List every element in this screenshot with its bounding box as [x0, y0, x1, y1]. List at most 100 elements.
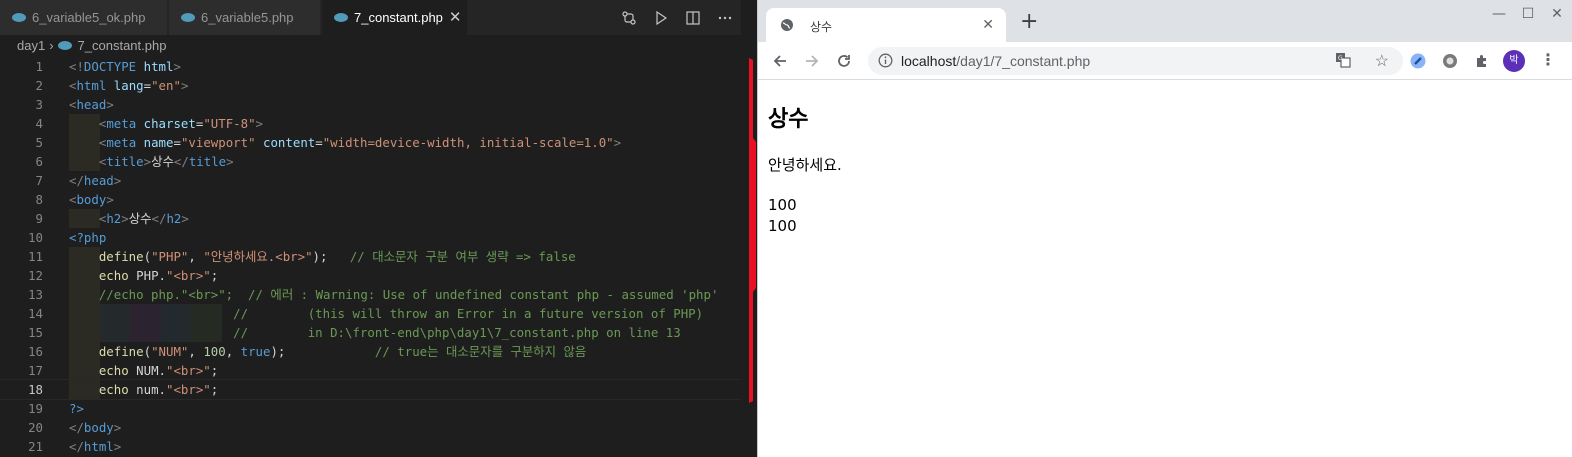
code-token: > — [143, 154, 152, 169]
code-line[interactable]: 1 <!DOCTYPE html> — [0, 57, 741, 76]
line-number: 3 — [35, 97, 43, 112]
close-icon[interactable]: ✕ — [449, 0, 462, 35]
code-line[interactable]: 4 <meta charset="UTF-8"> — [0, 114, 741, 133]
run-icon[interactable] — [645, 0, 677, 35]
code-line[interactable]: 15 // in D:\front-end\php\day1\7_constan… — [0, 323, 741, 342]
profile-avatar[interactable]: 박 — [1503, 50, 1525, 72]
browser-window: 상수 ✕ + — ☐ ✕ localhost/day1/7_constant.p… — [757, 0, 1572, 457]
compare-changes-icon[interactable] — [613, 0, 645, 35]
more-actions-icon[interactable] — [709, 0, 741, 35]
address-bar[interactable]: localhost/day1/7_constant.php G ☆ — [868, 47, 1403, 75]
browser-tab[interactable]: 상수 ✕ — [766, 8, 1006, 42]
code-token: = — [143, 78, 152, 93]
code-token: html — [143, 59, 174, 74]
code-text: <!DOCTYPE html> — [69, 57, 181, 76]
code-token: , — [188, 344, 204, 359]
code-line[interactable]: 2 <html lang="en"> — [0, 76, 741, 95]
code-line[interactable]: 16 define("NUM", 100, true); // true는 대소… — [0, 342, 741, 361]
code-token: // true는 대소문자를 구분하지 않음 — [374, 344, 587, 359]
new-tab-icon[interactable]: + — [1020, 11, 1038, 33]
forward-arrow-icon[interactable] — [800, 49, 824, 73]
extensions-puzzle-icon[interactable] — [1472, 51, 1492, 71]
tab-7-constant[interactable]: 7_constant.php ✕ — [322, 0, 468, 35]
code-token: , — [188, 249, 204, 264]
code-token: // 대소문자 구분 여부 생략 => false — [349, 249, 576, 264]
window-close-icon[interactable]: ✕ — [1544, 6, 1570, 26]
line-number: 7 — [35, 173, 43, 188]
info-icon[interactable] — [878, 53, 893, 71]
code-token: meta — [106, 116, 137, 131]
code-line[interactable]: 18 echo num."<br>"; — [0, 379, 741, 400]
code-line[interactable]: 11 define("PHP", "안녕하세요.<br>"); // 대소문자 … — [0, 247, 741, 266]
code-text: // in D:\front-end\php\day1\7_constant.p… — [69, 323, 681, 342]
close-icon[interactable]: ✕ — [982, 16, 994, 33]
code-token: "en" — [151, 78, 181, 93]
code-token: lang — [113, 78, 144, 93]
line-number: 11 — [28, 249, 43, 264]
code-token: "안녕하세요.<br>" — [203, 249, 313, 264]
kebab-menu-icon[interactable]: ⋮ — [1540, 50, 1556, 69]
code-line[interactable]: 3 <head> — [0, 95, 741, 114]
code-token: </ — [173, 154, 189, 169]
code-line[interactable]: 17 echo NUM."<br>"; — [0, 361, 741, 380]
code-line[interactable]: 20 </body> — [0, 418, 741, 437]
page-heading: 상수 — [768, 107, 809, 132]
code-line[interactable]: 8 <body> — [0, 190, 741, 209]
line-number: 19 — [28, 401, 43, 416]
breadcrumb-folder[interactable]: day1 — [17, 38, 45, 53]
code-line[interactable]: 6 <title>상수</title> — [0, 152, 741, 171]
breadcrumb-file[interactable]: 7_constant.php — [78, 38, 167, 53]
code-line[interactable]: 19 ?> — [0, 399, 741, 418]
page-content: 상수 안녕하세요. 100 100 — [758, 81, 1572, 457]
line-number: 10 — [28, 230, 43, 245]
line-number: 18 — [28, 382, 43, 397]
code-line[interactable]: 21 </html> — [0, 437, 741, 456]
code-line[interactable]: 12 echo PHP."<br>"; — [0, 266, 741, 285]
translate-icon[interactable]: G — [1335, 52, 1351, 71]
code-line[interactable]: 14 // (this will throw an Error in a fut… — [0, 304, 741, 323]
code-line[interactable]: 5 <meta name="viewport" content="width=d… — [0, 133, 741, 152]
code-line[interactable]: 13 //echo php."<br>"; // 에러 : Warning: U… — [0, 285, 741, 304]
svg-text:G: G — [1338, 55, 1343, 62]
code-line[interactable]: 7 </head> — [0, 171, 741, 190]
code-token: NUM. — [128, 363, 166, 378]
code-token: // in D:\front-end\php\day1\7_constant.p… — [233, 325, 681, 340]
code-token: "width=device-width, initial-scale=1.0" — [322, 135, 614, 150]
extension-blue-icon[interactable] — [1408, 51, 1428, 71]
line-number: 9 — [35, 211, 43, 226]
code-text: define("NUM", 100, true); // true는 대소문자를… — [69, 342, 586, 361]
reload-icon[interactable] — [832, 49, 856, 73]
line-number: 5 — [35, 135, 43, 150]
code-token: </ — [69, 439, 84, 454]
tab-6-variable5[interactable]: 6_variable5.php — [169, 0, 321, 35]
line-number: 20 — [28, 420, 43, 435]
code-token: ); — [312, 249, 350, 264]
tab-6-variable5-ok[interactable]: 6_variable5_ok.php — [0, 0, 168, 35]
code-text: </html> — [69, 437, 121, 456]
code-token: body — [76, 192, 107, 207]
code-line[interactable]: 9 <h2>상수</h2> — [0, 209, 741, 228]
code-area[interactable]: 1 <!DOCTYPE html> 2 <html lang="en"> 3 <head>… — [0, 57, 741, 456]
maximize-icon[interactable]: ☐ — [1513, 6, 1543, 26]
bookmark-star-icon[interactable]: ☆ — [1375, 51, 1389, 71]
code-token: echo — [98, 268, 129, 283]
split-editor-icon[interactable] — [677, 0, 709, 35]
code-token: h2 — [106, 211, 122, 226]
back-arrow-icon[interactable] — [768, 49, 792, 73]
minimize-icon[interactable]: — — [1484, 6, 1514, 26]
code-text: <meta name="viewport" content="width=dev… — [69, 133, 621, 152]
line-number: 12 — [28, 268, 43, 283]
code-token: </ — [151, 211, 167, 226]
code-token: ; — [210, 268, 219, 283]
code-line[interactable]: 10 <?php — [0, 228, 741, 247]
extension-gear-icon[interactable] — [1440, 51, 1460, 71]
code-text: echo num."<br>"; — [69, 380, 218, 399]
